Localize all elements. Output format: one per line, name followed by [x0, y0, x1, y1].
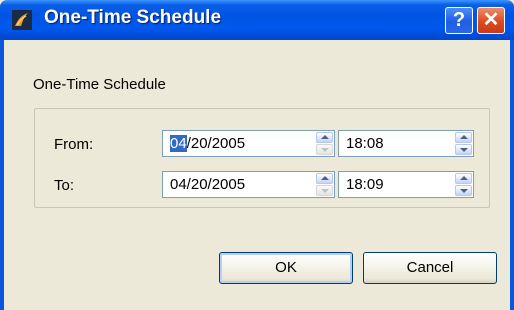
spin-down-button[interactable] [455, 185, 472, 196]
cancel-button[interactable]: Cancel [363, 252, 497, 284]
ok-button[interactable]: OK [219, 252, 353, 284]
app-icon [12, 10, 32, 30]
close-button[interactable]: ✕ [477, 7, 505, 34]
to-time-text: 18:09 [346, 176, 384, 193]
spin-down-button[interactable] [316, 144, 333, 155]
spin-down-button[interactable] [455, 144, 472, 155]
from-date-spinner[interactable] [316, 132, 333, 155]
spin-up-button[interactable] [316, 132, 333, 143]
from-date-field[interactable]: 04/20/2005 [162, 130, 335, 157]
chevron-up-icon [460, 176, 468, 180]
chevron-down-icon [460, 189, 468, 193]
chevron-down-icon [460, 148, 468, 152]
from-time-field[interactable]: 18:08 [338, 130, 474, 157]
dialog-window: One-Time Schedule ? ✕ One-Time Schedule … [0, 0, 514, 310]
help-icon: ? [452, 9, 466, 31]
window-border-left [0, 40, 4, 310]
from-time-spinner[interactable] [455, 132, 472, 155]
from-label: From: [54, 136, 94, 153]
window-title: One-Time Schedule [44, 7, 222, 28]
to-date-text: 04/20/2005 [170, 176, 246, 193]
chevron-up-icon [460, 135, 468, 139]
chevron-up-icon [321, 135, 329, 139]
to-date-field[interactable]: 04/20/2005 [162, 171, 335, 198]
chevron-up-icon [321, 176, 329, 180]
close-icon: ✕ [482, 9, 500, 31]
from-date-text: 04/20/2005 [170, 135, 245, 152]
from-date-rest: /20/2005 [186, 135, 246, 152]
from-time-text: 18:08 [346, 135, 384, 152]
spin-up-button[interactable] [455, 173, 472, 184]
help-button[interactable]: ? [445, 7, 473, 34]
to-time-field[interactable]: 18:09 [338, 171, 474, 198]
chevron-down-icon [321, 148, 329, 152]
spin-up-button[interactable] [316, 173, 333, 184]
to-date-spinner[interactable] [316, 173, 333, 196]
spin-down-button[interactable] [316, 185, 333, 196]
window-border-right [510, 40, 514, 310]
spin-up-button[interactable] [455, 132, 472, 143]
group-title: One-Time Schedule [33, 76, 166, 93]
from-date-month-selected: 04 [170, 135, 187, 152]
to-time-spinner[interactable] [455, 173, 472, 196]
chevron-down-icon [321, 189, 329, 193]
to-label: To: [54, 177, 75, 194]
title-bar[interactable]: One-Time Schedule ? ✕ [0, 0, 514, 40]
